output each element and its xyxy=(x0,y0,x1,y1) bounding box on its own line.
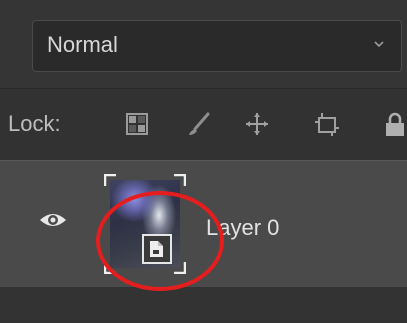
lock-position-icon[interactable] xyxy=(244,111,270,137)
lock-label: Lock: xyxy=(8,111,61,136)
layer-row[interactable]: Layer 0 xyxy=(0,160,407,288)
eye-icon[interactable] xyxy=(38,209,68,231)
blend-mode-row: Normal xyxy=(0,0,407,89)
layer-name: Layer 0 xyxy=(206,215,280,240)
blend-mode-select[interactable]: Normal xyxy=(32,20,402,72)
lock-artboard-icon[interactable] xyxy=(314,111,340,137)
lock-all-icon[interactable] xyxy=(382,111,407,137)
panel-bottom-area xyxy=(0,287,407,323)
layers-panel: Normal Lock: Layer 0 xyxy=(0,0,407,323)
lock-row: Lock: xyxy=(0,89,407,159)
lock-transparent-pixels-icon[interactable] xyxy=(124,111,150,137)
chevron-down-icon xyxy=(373,37,385,49)
layer-thumbnail[interactable] xyxy=(104,174,186,274)
blend-mode-value: Normal xyxy=(47,32,118,57)
lock-image-pixels-icon[interactable] xyxy=(186,111,212,137)
smart-object-icon xyxy=(142,234,172,264)
